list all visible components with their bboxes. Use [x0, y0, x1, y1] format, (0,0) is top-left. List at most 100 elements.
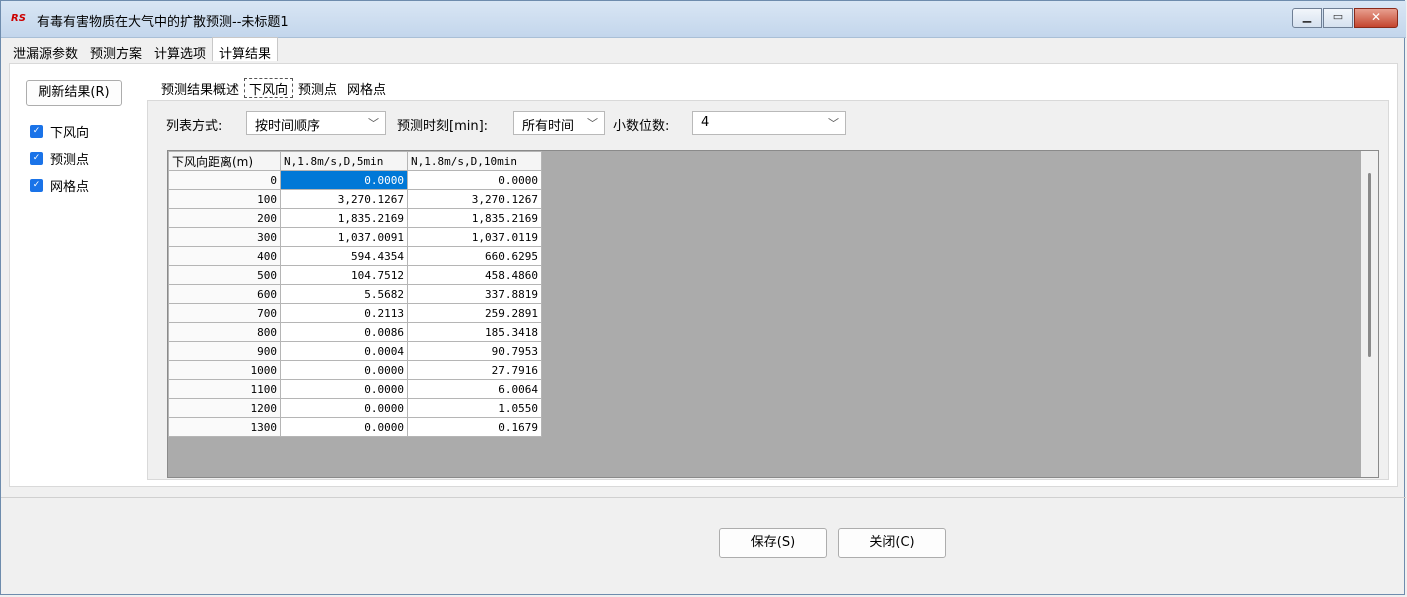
table-cell[interactable]: 1,037.0119	[407, 227, 542, 247]
row-header-cell[interactable]: 1100	[168, 379, 281, 399]
table-cell[interactable]: 259.2891	[407, 303, 542, 323]
row-header-cell[interactable]: 100	[168, 189, 281, 209]
table-row[interactable]: 1200 0.0000 1.0550	[168, 398, 542, 418]
minimize-button[interactable]: ▁	[1292, 8, 1322, 28]
table-cell[interactable]: 3,270.1267	[280, 189, 408, 209]
forecast-time-select[interactable]: 所有时间 ﹀	[513, 111, 605, 135]
table-cell[interactable]: 660.6295	[407, 246, 542, 266]
maximize-button[interactable]: ▭	[1323, 8, 1353, 28]
title-bar[interactable]: RS 有毒有害物质在大气中的扩散预测--未标题1 ▁ ▭ ✕	[1, 1, 1406, 38]
table-row[interactable]: 1000 0.0000 27.7916	[168, 360, 542, 380]
vertical-scrollbar[interactable]	[1361, 151, 1378, 477]
refresh-results-button[interactable]: 刷新结果(R)	[26, 80, 122, 106]
tab-leak-source[interactable]: 泄漏源参数	[7, 39, 84, 63]
app-logo-icon: RS	[11, 13, 26, 24]
close-icon: ✕	[1370, 10, 1382, 24]
forecast-time-value: 所有时间	[522, 119, 575, 134]
tab-forecast-points[interactable]: 预测点	[293, 78, 342, 98]
table-cell[interactable]: 458.4860	[407, 265, 542, 285]
table-header-row: 下风向距离(m) N,1.8m/s,D,5min N,1.8m/s,D,10mi…	[168, 151, 542, 171]
row-header-cell[interactable]: 600	[168, 284, 281, 304]
table-cell[interactable]: 0.1679	[407, 417, 542, 437]
table-cell[interactable]: 5.5682	[280, 284, 408, 304]
decimals-label: 小数位数:	[613, 119, 670, 134]
row-header-cell[interactable]: 200	[168, 208, 281, 228]
row-header-cell[interactable]: 1200	[168, 398, 281, 418]
table-cell[interactable]: 0.0000	[280, 379, 408, 399]
table-cell[interactable]: 1,835.2169	[407, 208, 542, 228]
table-row[interactable]: 100 3,270.1267 3,270.1267	[168, 189, 542, 209]
close-button[interactable]: 关闭(C)	[838, 528, 946, 558]
decimals-select[interactable]: 4 ﹀	[692, 111, 846, 135]
list-mode-value: 按时间顺序	[255, 119, 321, 134]
window-title: 有毒有害物质在大气中的扩散预测--未标题1	[37, 15, 289, 30]
tab-forecast-plan[interactable]: 预测方案	[84, 39, 148, 63]
list-mode-label: 列表方式:	[166, 119, 223, 134]
table-cell[interactable]: 90.7953	[407, 341, 542, 361]
list-mode-select[interactable]: 按时间顺序 ﹀	[246, 111, 386, 135]
table-row[interactable]: 500 104.7512 458.4860	[168, 265, 542, 285]
checkbox-checked-icon: ✓	[30, 151, 43, 165]
row-header-cell[interactable]: 1000	[168, 360, 281, 380]
table-row[interactable]: 800 0.0086 185.3418	[168, 322, 542, 342]
table-cell[interactable]: 337.8819	[407, 284, 542, 304]
row-header-cell[interactable]: 1300	[168, 417, 281, 437]
table-cell[interactable]: 6.0064	[407, 379, 542, 399]
table-row[interactable]: 700 0.2113 259.2891	[168, 303, 542, 323]
table-cell[interactable]: 0.0086	[280, 322, 408, 342]
row-header-cell[interactable]: 700	[168, 303, 281, 323]
table-row[interactable]: 600 5.5682 337.8819	[168, 284, 542, 304]
tab-calc-results[interactable]: 计算结果	[212, 37, 279, 62]
forecast-time-label: 预测时刻[min]:	[397, 119, 489, 134]
checkbox-checked-icon: ✓	[30, 178, 43, 192]
table-cell[interactable]: 104.7512	[280, 265, 408, 285]
table-cell[interactable]: 0.0000	[280, 398, 408, 418]
table-row[interactable]: 1300 0.0000 0.1679	[168, 417, 542, 437]
table-row[interactable]: 1100 0.0000 6.0064	[168, 379, 542, 399]
table-cell[interactable]: 27.7916	[407, 360, 542, 380]
checkbox-downwind[interactable]: ✓ 下风向	[30, 122, 89, 141]
row-header-cell[interactable]: 0	[168, 170, 281, 190]
table-cell[interactable]: 0.0000	[280, 170, 408, 190]
table-cell[interactable]: 1.0550	[407, 398, 542, 418]
table-cell[interactable]: 1,037.0091	[280, 227, 408, 247]
table-row[interactable]: 300 1,037.0091 1,037.0119	[168, 227, 542, 247]
checkbox-checked-icon: ✓	[30, 124, 43, 138]
table-row[interactable]: 200 1,835.2169 1,835.2169	[168, 208, 542, 228]
table-cell[interactable]: 0.2113	[280, 303, 408, 323]
maximize-icon: ▭	[1332, 10, 1344, 23]
results-grid[interactable]: 下风向距离(m) N,1.8m/s,D,5min N,1.8m/s,D,10mi…	[167, 150, 1379, 478]
table-row[interactable]: 400 594.4354 660.6295	[168, 246, 542, 266]
tab-calc-options[interactable]: 计算选项	[148, 39, 212, 63]
table-cell[interactable]: 0.0004	[280, 341, 408, 361]
table-cell[interactable]: 594.4354	[280, 246, 408, 266]
checkbox-forecast-points[interactable]: ✓ 预测点	[30, 149, 90, 168]
table-cell[interactable]: 3,270.1267	[407, 189, 542, 209]
column-header-10min[interactable]: N,1.8m/s,D,10min	[407, 151, 542, 171]
save-button[interactable]: 保存(S)	[719, 528, 827, 558]
checkbox-grid-points[interactable]: ✓ 网格点	[30, 176, 89, 195]
result-sub-tabs: 预测结果概述 下风向 预测点 网格点	[156, 78, 391, 98]
table-cell[interactable]: 0.0000	[407, 170, 542, 190]
tab-grid-points[interactable]: 网格点	[342, 78, 391, 98]
table-cell[interactable]: 0.0000	[280, 360, 408, 380]
table-row[interactable]: 900 0.0004 90.7953	[168, 341, 542, 361]
row-header-cell[interactable]: 900	[168, 341, 281, 361]
column-header-distance[interactable]: 下风向距离(m)	[168, 151, 281, 171]
tab-summary[interactable]: 预测结果概述	[156, 78, 244, 98]
table-row[interactable]: 0 0.0000 0.0000	[168, 170, 542, 190]
table-cell[interactable]: 0.0000	[280, 417, 408, 437]
column-header-5min[interactable]: N,1.8m/s,D,5min	[280, 151, 408, 171]
tab-downwind[interactable]: 下风向	[244, 78, 294, 98]
row-header-cell[interactable]: 500	[168, 265, 281, 285]
table-cell[interactable]: 1,835.2169	[280, 208, 408, 228]
results-panel: 刷新结果(R) ✓ 下风向 ✓ 预测点 ✓ 网格点 预测结果概述 下风向 预测点…	[9, 63, 1398, 487]
scrollbar-thumb[interactable]	[1368, 173, 1371, 357]
close-window-button[interactable]: ✕	[1354, 8, 1398, 28]
table-cell[interactable]: 185.3418	[407, 322, 542, 342]
checkbox-label: 预测点	[50, 152, 90, 168]
row-header-cell[interactable]: 800	[168, 322, 281, 342]
row-header-cell[interactable]: 300	[168, 227, 281, 247]
row-header-cell[interactable]: 400	[168, 246, 281, 266]
minimize-icon: ▁	[1302, 10, 1312, 23]
